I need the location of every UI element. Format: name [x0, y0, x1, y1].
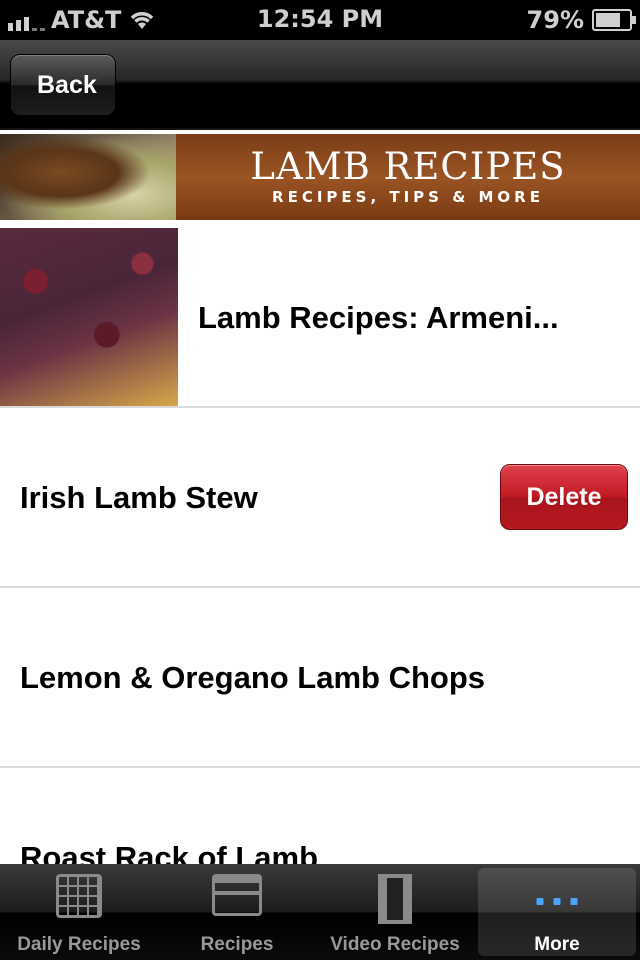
back-button-label: Back: [37, 71, 97, 99]
tab-label: Daily Recipes: [17, 934, 141, 955]
lamb-recipes-banner: LAMB RECIPES RECIPES, TIPS & MORE: [0, 134, 640, 220]
tab-label: Video Recipes: [330, 934, 460, 955]
back-button[interactable]: Back: [10, 54, 116, 116]
navigation-bar: Back: [0, 40, 640, 130]
tab-video-recipes[interactable]: Video Recipes: [316, 864, 474, 960]
battery-percent: 79%: [526, 6, 584, 34]
inbox-tray-icon: [212, 874, 262, 916]
delete-button[interactable]: Delete: [500, 464, 628, 530]
list-item-featured[interactable]: Lamb Recipes: Armeni...: [0, 224, 640, 408]
list-item-label: Lamb Recipes: Armeni...: [198, 300, 559, 335]
list-item-label: Irish Lamb Stew: [20, 480, 258, 515]
banner-title: LAMB RECIPES: [250, 145, 566, 188]
banner-brand: LAMB RECIPES RECIPES, TIPS & MORE: [176, 134, 640, 220]
tab-more[interactable]: More: [478, 868, 636, 956]
tab-recipes[interactable]: Recipes: [158, 864, 316, 960]
list-item[interactable]: Roast Rack of Lamb: [0, 768, 640, 864]
list-item[interactable]: Lemon & Oregano Lamb Chops: [0, 588, 640, 768]
list-item-label: Lemon & Oregano Lamb Chops: [20, 660, 486, 695]
tab-bar: Daily Recipes Recipes Video Recipes More: [0, 864, 640, 960]
recipe-list: Lamb Recipes: Armeni... Irish Lamb Stew …: [0, 224, 640, 864]
calendar-icon: [56, 874, 102, 918]
battery-icon: [592, 9, 636, 31]
list-item[interactable]: Irish Lamb Stew Delete: [0, 408, 640, 588]
list-item-label: Roast Rack of Lamb: [20, 840, 319, 864]
more-dots-icon: [536, 898, 578, 905]
tab-label: Recipes: [200, 934, 274, 955]
banner-subtitle: RECIPES, TIPS & MORE: [272, 188, 544, 206]
status-bar: AT&T 12:54 PM 79%: [0, 0, 640, 40]
recipe-thumbnail: [0, 228, 178, 406]
film-strip-icon: [378, 874, 412, 924]
banner-photo: [0, 134, 176, 220]
tab-label: More: [534, 934, 580, 955]
battery-group: 79%: [526, 6, 636, 34]
tab-daily-recipes[interactable]: Daily Recipes: [0, 864, 158, 960]
